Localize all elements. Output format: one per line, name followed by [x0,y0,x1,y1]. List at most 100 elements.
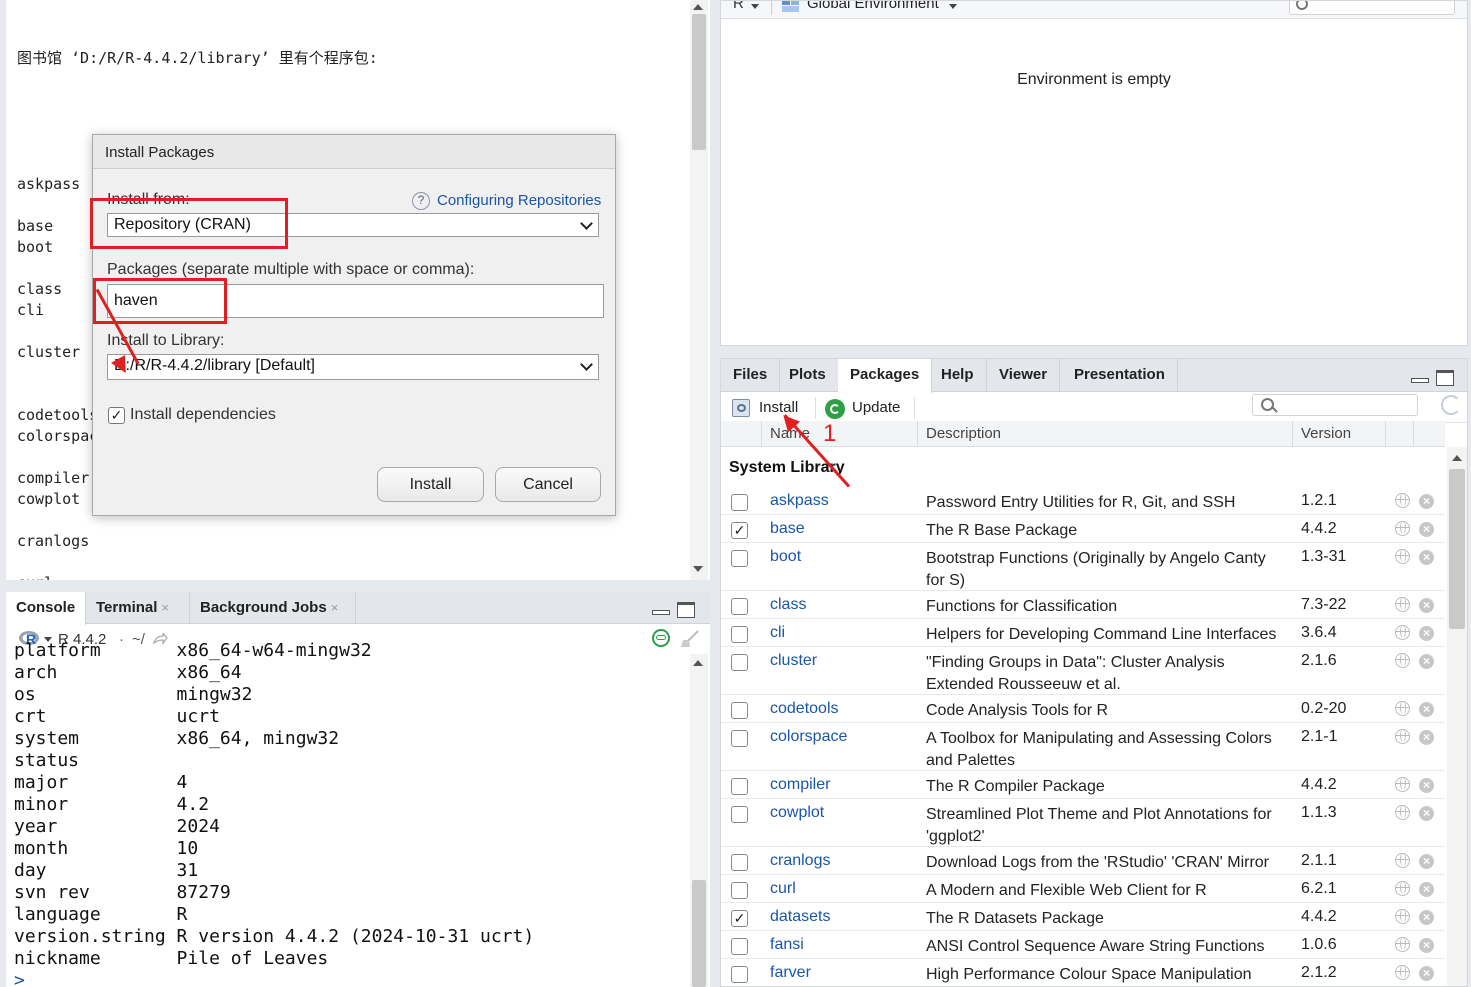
update-button[interactable]: Update [825,397,911,419]
chevron-down-icon[interactable] [949,4,957,9]
help-scroll-thumb[interactable] [692,14,706,150]
package-load-checkbox[interactable] [731,730,748,747]
package-load-checkbox[interactable]: ✓ [731,910,748,927]
globe-icon[interactable] [1395,653,1410,668]
package-name-link[interactable]: askpass [770,492,829,510]
globe-icon[interactable] [1395,777,1410,792]
tab-presentation[interactable]: Presentation [1062,359,1178,392]
package-load-checkbox[interactable]: ✓ [731,522,748,539]
globe-icon[interactable] [1395,909,1410,924]
globe-icon[interactable] [1395,701,1410,716]
remove-package-icon[interactable]: × [1419,702,1434,717]
package-load-checkbox[interactable] [731,702,748,719]
close-icon[interactable]: × [161,600,169,615]
remove-package-icon[interactable]: × [1419,494,1434,509]
globe-icon[interactable] [1395,881,1410,896]
package-name-link[interactable]: cranlogs [770,852,830,870]
package-name-link[interactable]: curl [770,880,796,898]
package-load-checkbox[interactable] [731,626,748,643]
install-library-select[interactable]: D:/R/R-4.4.2/library [Default] [107,354,599,380]
package-name-link[interactable]: base [770,520,805,538]
remove-package-icon[interactable]: × [1419,730,1434,745]
tab-plots[interactable]: Plots [777,359,839,392]
package-name-link[interactable]: cowplot [770,804,824,822]
help-icon[interactable]: ? [412,192,430,210]
configuring-repositories-link[interactable]: Configuring Repositories [437,192,601,209]
globe-icon[interactable] [1395,805,1410,820]
package-scrollbar[interactable] [1447,447,1467,986]
remove-package-icon[interactable]: × [1419,626,1434,641]
language-select[interactable]: R [733,1,744,12]
refresh-icon[interactable] [1441,395,1461,415]
console-scroll-thumb[interactable] [692,880,706,987]
tab-packages[interactable]: Packages [838,359,933,393]
package-name-link[interactable]: codetools [770,700,839,718]
remove-package-icon[interactable]: × [1419,522,1434,537]
package-name-link[interactable]: fansi [770,936,804,954]
remove-package-icon[interactable]: × [1419,654,1434,669]
package-search-input[interactable] [1252,394,1418,416]
package-name-link[interactable]: cluster [770,652,817,670]
package-scroll-thumb[interactable] [1449,469,1465,629]
tab-terminal[interactable]: Terminal × [86,592,190,624]
globe-icon[interactable] [1395,625,1410,640]
environment-scope-select[interactable]: Global Environment [807,1,939,12]
package-name-link[interactable]: datasets [770,908,830,926]
render-status-icon[interactable] [652,629,670,647]
package-name-link[interactable]: farver [770,964,811,982]
tab-files[interactable]: Files [721,359,781,392]
column-header-version[interactable]: Version [1301,425,1351,442]
dialog-cancel-button[interactable]: Cancel [495,467,601,502]
remove-package-icon[interactable]: × [1419,806,1434,821]
maximize-icon[interactable] [1436,370,1454,386]
dialog-install-button[interactable]: Install [377,467,484,502]
package-name-link[interactable]: boot [770,548,801,566]
tab-background-jobs[interactable]: Background Jobs × [190,592,356,624]
package-load-checkbox[interactable] [731,598,748,615]
package-load-checkbox[interactable] [731,806,748,823]
minimize-icon[interactable] [652,610,670,615]
globe-icon[interactable] [1395,597,1410,612]
console-scrollbar[interactable] [690,654,708,987]
broom-clear-icon[interactable] [680,629,700,649]
package-load-checkbox[interactable] [731,778,748,795]
remove-package-icon[interactable]: × [1419,910,1434,925]
remove-package-icon[interactable]: × [1419,882,1434,897]
globe-icon[interactable] [1395,493,1410,508]
scroll-up-icon[interactable] [1452,455,1462,461]
console-output[interactable]: platform x86_64-w64-mingw32 arch x86_64 os… [14,640,534,987]
package-load-checkbox[interactable] [731,494,748,511]
globe-icon[interactable] [1395,965,1410,980]
tab-viewer[interactable]: Viewer [987,359,1061,392]
globe-icon[interactable] [1395,521,1410,536]
package-load-checkbox[interactable] [731,966,748,983]
remove-package-icon[interactable]: × [1419,778,1434,793]
remove-package-icon[interactable]: × [1419,550,1434,565]
package-load-checkbox[interactable] [731,550,748,567]
environment-search-input[interactable] [1289,1,1455,15]
globe-icon[interactable] [1395,937,1410,952]
package-load-checkbox[interactable] [731,938,748,955]
close-icon[interactable]: × [331,600,339,615]
tab-console[interactable]: Console [6,592,86,625]
scroll-up-icon[interactable] [693,4,703,10]
chevron-down-icon[interactable] [751,4,759,9]
minimize-icon[interactable] [1411,378,1429,383]
remove-package-icon[interactable]: × [1419,966,1434,981]
remove-package-icon[interactable]: × [1419,598,1434,613]
package-load-checkbox[interactable] [731,654,748,671]
package-name-link[interactable]: compiler [770,776,830,794]
globe-icon[interactable] [1395,729,1410,744]
tab-help[interactable]: Help [929,359,987,392]
package-name-link[interactable]: cli [770,624,785,642]
remove-package-icon[interactable]: × [1419,938,1434,953]
scroll-down-icon[interactable] [693,566,703,572]
globe-icon[interactable] [1395,549,1410,564]
package-name-link[interactable]: colorspace [770,728,847,746]
help-scrollbar[interactable] [690,0,708,580]
install-button[interactable]: Install [729,397,821,419]
scroll-up-icon[interactable] [693,660,703,666]
maximize-icon[interactable] [677,602,695,618]
package-name-link[interactable]: class [770,596,806,614]
column-header-description[interactable]: Description [926,425,1001,442]
